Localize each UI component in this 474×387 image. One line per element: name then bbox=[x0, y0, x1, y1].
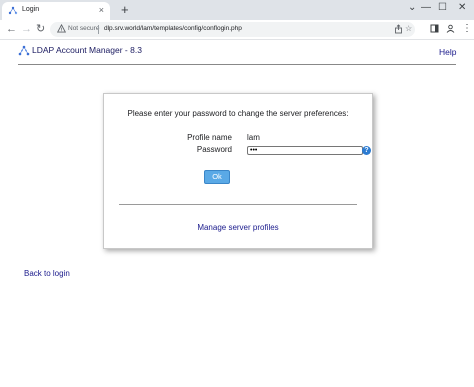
dialog-prompt: Please enter your password to change the… bbox=[127, 109, 349, 118]
password-label: Password bbox=[196, 145, 232, 154]
help-icon[interactable]: ? bbox=[362, 146, 371, 155]
app-title: LDAP Account Manager - 8.3 bbox=[32, 45, 142, 55]
ok-button[interactable]: Ok bbox=[204, 170, 230, 184]
manage-server-profiles-link[interactable]: Manage server profiles bbox=[104, 223, 372, 232]
omnibox-divider bbox=[98, 25, 99, 34]
tab-close-icon[interactable]: × bbox=[99, 5, 104, 15]
lam-logo-icon bbox=[18, 45, 30, 56]
login-dialog: Please enter your password to change the… bbox=[103, 93, 373, 249]
minimize-icon[interactable]: — bbox=[421, 2, 431, 14]
dialog-divider bbox=[119, 204, 357, 205]
extensions-icon[interactable] bbox=[430, 24, 439, 33]
forward-icon[interactable]: → bbox=[21, 23, 32, 35]
tab-login[interactable]: Login × bbox=[2, 2, 110, 20]
tab-search-icon[interactable]: ⌄ bbox=[408, 2, 416, 14]
password-field[interactable]: ••• bbox=[247, 146, 363, 155]
header-divider bbox=[18, 64, 456, 65]
new-tab-icon[interactable]: + bbox=[121, 2, 129, 18]
close-window-icon[interactable]: ✕ bbox=[458, 2, 466, 14]
profile-name-label: Profile name bbox=[187, 133, 232, 142]
profile-name-value: lam bbox=[247, 133, 260, 142]
star-icon[interactable]: ☆ bbox=[405, 24, 412, 34]
security-label[interactable]: Not secure bbox=[68, 25, 99, 32]
tab-title: Login bbox=[22, 6, 40, 13]
browser-tab-bar: Login × + ⌄ — ☐ ✕ bbox=[0, 0, 474, 20]
profile-icon[interactable] bbox=[446, 24, 455, 33]
share-icon[interactable] bbox=[394, 24, 403, 34]
reload-icon[interactable]: ↻ bbox=[36, 23, 45, 35]
url-text[interactable]: dlp.srv.world/lam/templates/config/confl… bbox=[104, 25, 242, 32]
warning-icon[interactable] bbox=[57, 24, 66, 33]
help-link[interactable]: Help bbox=[439, 47, 456, 57]
browser-toolbar: ← → ↻ Not secure dlp.srv.world/lam/templ… bbox=[0, 20, 474, 40]
address-bar[interactable]: Not secure dlp.srv.world/lam/templates/c… bbox=[50, 22, 415, 37]
maximize-icon[interactable]: ☐ bbox=[438, 2, 447, 14]
back-to-login-link[interactable]: Back to login bbox=[24, 269, 70, 278]
menu-icon[interactable]: ⋮ bbox=[462, 24, 472, 34]
back-icon[interactable]: ← bbox=[6, 23, 17, 35]
lam-favicon-icon bbox=[8, 6, 18, 15]
